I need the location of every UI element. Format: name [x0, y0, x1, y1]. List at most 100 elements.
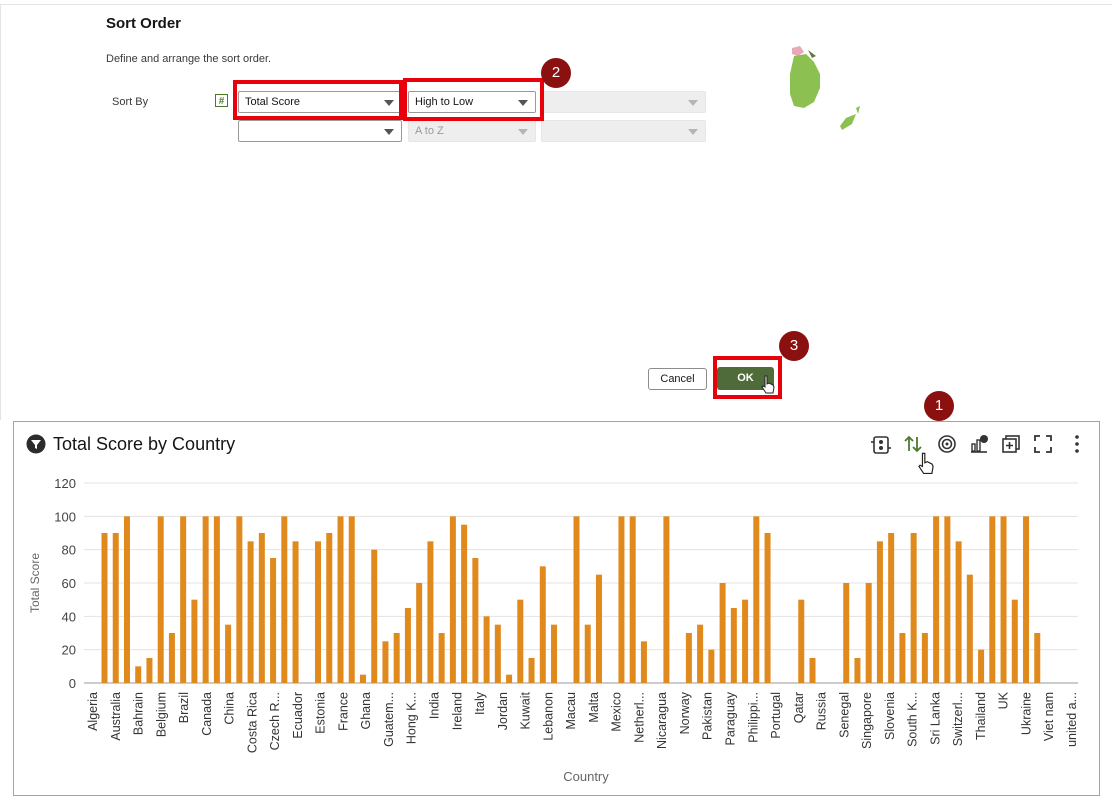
- x-tick-label: Pakistan: [701, 692, 715, 740]
- x-tick-label: Italy: [473, 691, 487, 715]
- bar: [506, 674, 513, 683]
- x-tick-label: Russia: [815, 692, 829, 730]
- bar: [168, 633, 175, 683]
- x-tick-label: Norway: [678, 691, 692, 734]
- bar: [427, 541, 434, 683]
- bar: [326, 533, 333, 683]
- bar: [719, 583, 726, 683]
- bar: [472, 558, 479, 683]
- x-tick-label: Macau: [564, 692, 578, 730]
- bar: [933, 516, 940, 683]
- bar: [843, 583, 850, 683]
- bar: [944, 516, 951, 683]
- bar: [798, 599, 805, 683]
- x-tick-label: Senegal: [837, 692, 851, 738]
- x-tick-label: Qatar: [792, 692, 806, 723]
- bar: [742, 599, 749, 683]
- x-tick-label: Costa Rica: [245, 692, 259, 753]
- x-tick-label: Switzerl...: [951, 692, 965, 746]
- x-tick-label: Guatem...: [382, 692, 396, 747]
- bar: [123, 516, 130, 683]
- bar: [595, 574, 602, 683]
- bar: [888, 533, 895, 683]
- bar: [989, 516, 996, 683]
- bar: [876, 541, 883, 683]
- bar: [854, 658, 861, 683]
- bar: [315, 541, 322, 683]
- bar: [292, 541, 299, 683]
- bar: [708, 649, 715, 683]
- bar: [135, 666, 142, 683]
- x-tick-label: Australia: [109, 692, 123, 741]
- x-tick-label: Malta: [587, 692, 601, 723]
- bar: [337, 516, 344, 683]
- bar: [629, 516, 636, 683]
- bar: [1034, 633, 1041, 683]
- y-tick-label: 0: [69, 676, 76, 691]
- x-tick-label: Mexico: [610, 692, 624, 732]
- x-tick-label: Ukraine: [1019, 692, 1033, 735]
- bar: [584, 624, 591, 683]
- bar: [247, 541, 254, 683]
- x-tick-label: Ecuador: [291, 692, 305, 739]
- x-tick-label: Kuwait: [519, 691, 533, 729]
- bar: [685, 633, 692, 683]
- bar: [281, 516, 288, 683]
- x-tick-label: Netherl...: [632, 692, 646, 743]
- bar: [663, 516, 670, 683]
- x-tick-label: Singapore: [860, 692, 874, 749]
- bar: [393, 633, 400, 683]
- bar: [416, 583, 423, 683]
- x-tick-label: China: [223, 692, 237, 725]
- y-tick-label: 40: [62, 609, 76, 624]
- bar: [955, 541, 962, 683]
- bar: [270, 558, 277, 683]
- x-tick-label: Slovenia: [883, 692, 897, 740]
- bar: [494, 624, 501, 683]
- bar: [966, 574, 973, 683]
- x-tick-label: Bahrain: [132, 692, 146, 735]
- x-tick-label: Canada: [200, 692, 214, 736]
- x-tick-label: Czech R...: [268, 692, 282, 750]
- bar: [1000, 516, 1007, 683]
- x-tick-label: Ghana: [359, 692, 373, 730]
- x-tick-label: united a...: [1065, 692, 1079, 747]
- bar: [348, 516, 355, 683]
- bar: [573, 516, 580, 683]
- bar: [921, 633, 928, 683]
- x-tick-label: Brazil: [177, 692, 191, 723]
- bar: [371, 549, 378, 683]
- bar: [180, 516, 187, 683]
- bar: [146, 658, 153, 683]
- x-tick-label: India: [428, 692, 442, 719]
- x-tick-label: Philippi...: [746, 692, 760, 743]
- bar: [764, 533, 771, 683]
- x-tick-label: France: [336, 692, 350, 731]
- bar: [213, 516, 220, 683]
- x-tick-label: South K...: [906, 692, 920, 747]
- x-tick-label: Algeria: [86, 692, 100, 731]
- x-tick-label: Viet nam: [1042, 692, 1056, 741]
- x-tick-label: Sri Lanka: [928, 692, 942, 745]
- bar: [112, 533, 119, 683]
- bar: [640, 641, 647, 683]
- bar: [382, 641, 389, 683]
- bar: [438, 633, 445, 683]
- x-tick-label: Portugal: [769, 692, 783, 739]
- bar: [865, 583, 872, 683]
- bar-chart: Total Score Country 0 20 40 60 80 100 120 Alger…: [28, 476, 1079, 784]
- bar: [899, 633, 906, 683]
- bar: [461, 524, 468, 683]
- x-tick-label: Belgium: [154, 692, 168, 737]
- x-tick-label: Lebanon: [541, 692, 555, 741]
- bar: [236, 516, 243, 683]
- bar: [910, 533, 917, 683]
- bar: [1011, 599, 1018, 683]
- bar: [697, 624, 704, 683]
- y-tick-label: 100: [54, 509, 76, 524]
- bar: [528, 658, 535, 683]
- x-tick-label: Thailand: [974, 692, 988, 740]
- x-axis-label: Country: [563, 769, 609, 784]
- y-tick-label: 80: [62, 543, 76, 558]
- bar: [157, 516, 164, 683]
